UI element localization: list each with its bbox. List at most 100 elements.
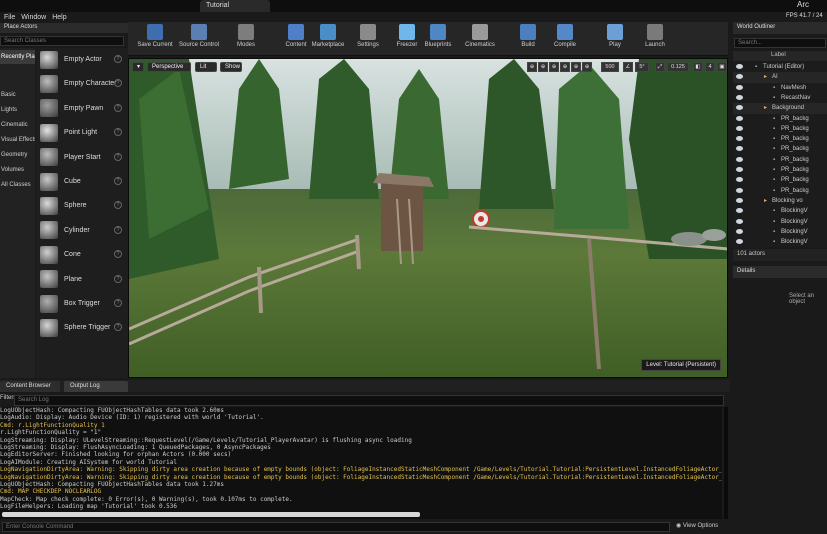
actor-cube[interactable]: Cube? (36, 170, 128, 193)
help-icon[interactable]: ? (114, 152, 122, 161)
actor-cylinder[interactable]: Cylinder? (36, 219, 128, 242)
help-icon[interactable]: ? (114, 201, 122, 210)
outliner-row[interactable]: ▪ BlockingV (733, 206, 827, 216)
label-column[interactable]: Label (771, 52, 786, 58)
category-volumes[interactable]: Volumes (0, 163, 35, 177)
visibility-eye-icon[interactable] (736, 218, 743, 224)
tab-content-browser[interactable]: Content Browser (0, 381, 60, 392)
actor-empty-character[interactable]: Empty Character? (36, 72, 128, 95)
search-classes-input[interactable]: Search Classes (0, 36, 124, 46)
toolbar-compile-button[interactable]: Compile (538, 24, 592, 54)
visibility-eye-icon[interactable] (736, 167, 743, 172)
category-lights[interactable]: Lights (0, 103, 35, 117)
outliner-row[interactable]: ▪ RecastNav (733, 93, 827, 103)
tab-output-log[interactable]: Output Log (64, 381, 128, 392)
camera-speed-value[interactable]: 4 (705, 62, 715, 72)
log-vertical-scrollbar[interactable] (724, 407, 728, 519)
world-icon[interactable]: ⊕ (560, 62, 570, 72)
outliner-search-input[interactable]: Search... (734, 38, 826, 48)
outliner-row[interactable]: ▸ Background (733, 103, 827, 114)
scale-snap-icon[interactable]: ⤢ (655, 62, 665, 72)
visibility-eye-icon[interactable] (736, 64, 743, 69)
outliner-row[interactable]: ▸ Blocking vo (733, 196, 827, 206)
move-icon[interactable]: ⊕ (527, 62, 537, 72)
actor-plane[interactable]: Plane? (36, 268, 128, 291)
outliner-row[interactable]: ▪ PR_backg (733, 144, 827, 154)
category-recently-placed[interactable]: Recently Placed (0, 50, 35, 64)
menu-file[interactable]: File (4, 14, 15, 21)
actor-player-start[interactable]: Player Start? (36, 146, 128, 169)
view-options-button[interactable]: ◉ View Options (676, 522, 726, 532)
visibility-eye-icon[interactable] (736, 197, 743, 203)
visibility-eye-icon[interactable] (736, 125, 743, 131)
rotate-icon[interactable]: ⊕ (538, 62, 548, 72)
help-icon[interactable]: ? (114, 323, 122, 332)
outliner-row[interactable]: ▪ NavMesh (733, 83, 827, 93)
outliner-row[interactable]: ▪ PR_backg (733, 114, 827, 124)
show-button[interactable]: Show (220, 62, 242, 72)
outliner-row[interactable]: ▪ PR_backg (733, 124, 827, 134)
place-actors-tab[interactable]: Place Actors (0, 23, 128, 33)
actor-empty-pawn[interactable]: Empty Pawn? (36, 97, 128, 120)
toolbar-launch-button[interactable]: Launch (628, 24, 682, 54)
toolbar-cinematics-button[interactable]: Cinematics (453, 24, 507, 54)
category-cinematic[interactable]: Cinematic (0, 118, 35, 132)
visibility-eye-icon[interactable] (736, 105, 743, 111)
console-command-input[interactable]: Enter Console Command (2, 522, 670, 532)
level-viewport[interactable]: ▾ Perspective Lit Show ⊕ ⊕ ⊕ ⊕ ⊕ ⊕ 500 ∠ 5° ⤢ 0.125 ◧ 4 ▣… (128, 58, 728, 378)
outliner-row[interactable]: ▪ PR_backg (733, 186, 827, 196)
help-icon[interactable]: ? (114, 225, 122, 234)
camera-speed-icon[interactable]: ◧ (693, 62, 703, 72)
log-horizontal-scrollbar[interactable] (2, 512, 420, 517)
visibility-eye-icon[interactable] (736, 187, 743, 193)
actor-box-trigger[interactable]: Box Trigger? (36, 292, 128, 315)
category-all-classes[interactable]: All Classes (0, 178, 35, 192)
actor-point-light[interactable]: Point Light? (36, 121, 128, 144)
outliner-row[interactable]: ▸ AI (733, 72, 827, 83)
document-tab[interactable]: Tutorial (200, 0, 270, 12)
scale-snap-value[interactable]: 0.125 (667, 62, 689, 72)
search-log-input[interactable]: Search Log (14, 395, 724, 406)
help-icon[interactable]: ? (114, 250, 122, 259)
surface-snap-icon[interactable]: ⊕ (571, 62, 581, 72)
menu-help[interactable]: Help (52, 14, 66, 21)
outliner-row[interactable]: ▪ Tutorial (Editor) (733, 62, 827, 72)
outliner-row[interactable]: ▪ PR_backg (733, 134, 827, 144)
world-outliner-tab[interactable]: World Outliner (733, 22, 827, 34)
help-icon[interactable]: ? (114, 103, 122, 112)
maximize-viewport-icon[interactable]: ▣ (717, 62, 727, 72)
help-icon[interactable]: ? (114, 79, 122, 88)
help-icon[interactable]: ? (114, 299, 122, 307)
visibility-eye-icon[interactable] (736, 228, 743, 234)
log-filters-button[interactable]: Filters (0, 395, 16, 405)
details-tab[interactable]: Details (733, 266, 827, 278)
outliner-row[interactable]: ▪ BlockingV (733, 227, 827, 237)
toolbar-source-control-button[interactable]: Source Control (172, 24, 226, 54)
perspective-button[interactable]: Perspective (147, 62, 191, 72)
visibility-eye-icon[interactable] (736, 239, 743, 245)
grid-size-value[interactable]: 500 (601, 62, 619, 72)
help-icon[interactable]: ? (114, 55, 122, 63)
outliner-row[interactable]: ▪ BlockingV (733, 217, 827, 227)
actor-cone[interactable]: Cone? (36, 243, 128, 266)
help-icon[interactable]: ? (114, 274, 122, 283)
visibility-eye-icon[interactable] (736, 146, 743, 152)
grid-snap-icon[interactable]: ⊕ (582, 62, 592, 72)
category-basic[interactable]: Basic (0, 88, 35, 102)
actor-sphere-trigger[interactable]: Sphere Trigger? (36, 316, 128, 339)
visibility-eye-icon[interactable] (736, 136, 743, 142)
angle-snap-icon[interactable]: ∠ (623, 62, 633, 72)
outliner-row[interactable]: ▪ BlockingV (733, 237, 827, 247)
outliner-row[interactable]: ▪ PR_backg (733, 175, 827, 185)
angle-snap-value[interactable]: 5° (635, 62, 649, 72)
visibility-eye-icon[interactable] (736, 74, 743, 80)
visibility-eye-icon[interactable] (736, 84, 743, 90)
outliner-row[interactable]: ▪ PR_backg (733, 155, 827, 165)
viewport-options-dropdown[interactable]: ▾ (132, 62, 144, 72)
actor-sphere[interactable]: Sphere? (36, 194, 128, 217)
toolbar-modes-button[interactable]: Modes (219, 24, 273, 54)
lit-button[interactable]: Lit (195, 62, 217, 72)
help-icon[interactable]: ? (114, 177, 122, 185)
actor-empty-actor[interactable]: Empty Actor? (36, 48, 128, 71)
visibility-eye-icon[interactable] (736, 115, 743, 121)
